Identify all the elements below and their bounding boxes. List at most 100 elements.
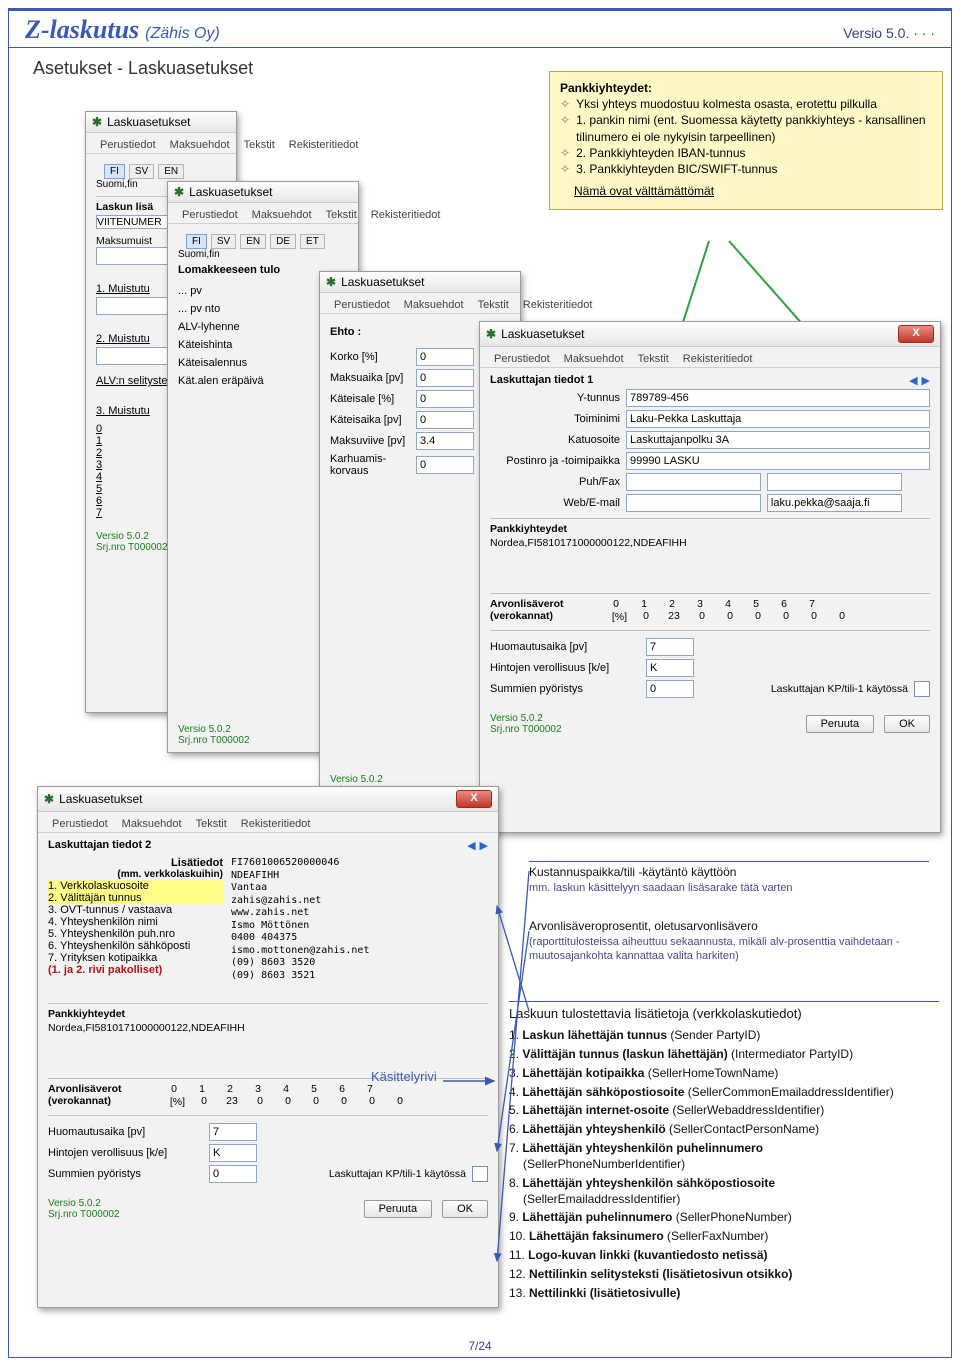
ok-button[interactable]: OK bbox=[442, 1200, 488, 1218]
r5v[interactable]: 0 bbox=[416, 456, 474, 474]
tab-rekisteritiedot[interactable]: Rekisteritiedot bbox=[237, 816, 315, 832]
lang-en[interactable]: EN bbox=[240, 234, 266, 249]
tabs[interactable]: Perustiedot Maksuehdot Tekstit Rekisteri… bbox=[86, 133, 236, 154]
av1[interactable]: 23 bbox=[665, 610, 683, 624]
lang-sv[interactable]: SV bbox=[129, 164, 154, 179]
tab-rekisteritiedot[interactable]: Rekisteritiedot bbox=[679, 351, 757, 367]
lang-tabs[interactable]: FI SV EN DE ET bbox=[178, 230, 348, 249]
hinta-l2: Hintojen verollisuus [k/e] bbox=[48, 1147, 203, 1159]
r0v[interactable]: 0 bbox=[416, 348, 474, 366]
dialog-titlebar[interactable]: ✱ Laskuasetukset bbox=[86, 112, 236, 133]
fax-field[interactable] bbox=[767, 473, 902, 491]
huom-f[interactable]: 7 bbox=[646, 638, 694, 656]
alv-grp2: Arvonlisäverot (verokannat) bbox=[48, 1083, 122, 1107]
alv-val-row: [%] 0 23 0 0 0 0 0 0 bbox=[607, 610, 851, 624]
nav-right-icon[interactable]: ▶ bbox=[922, 374, 930, 387]
lang-sv[interactable]: SV bbox=[211, 234, 236, 249]
page-frame: Z-laskutus (Zähis Oy) Versio 5.0. · · · … bbox=[8, 8, 952, 1358]
li-mand: (1. ja 2. rivi pakolliset) bbox=[48, 964, 223, 976]
hinta-f2[interactable]: K bbox=[209, 1144, 257, 1162]
tab-tekstit[interactable]: Tekstit bbox=[634, 351, 673, 367]
tab-rekisteritiedot[interactable]: Rekisteritiedot bbox=[367, 207, 445, 223]
bv1[interactable]: 23 bbox=[223, 1095, 241, 1109]
tabs[interactable]: Perustiedot Maksuehdot Tekstit Rekisteri… bbox=[480, 347, 940, 368]
tab-perustiedot[interactable]: Perustiedot bbox=[490, 351, 554, 367]
email-field[interactable]: laku.pekka@saaja.fi bbox=[767, 494, 902, 512]
av5[interactable]: 0 bbox=[777, 610, 795, 624]
peruuta-button[interactable]: Peruuta bbox=[806, 715, 875, 733]
kp-checkbox[interactable] bbox=[914, 681, 930, 697]
tab-tekstit[interactable]: Tekstit bbox=[474, 297, 513, 313]
tab-tekstit[interactable]: Tekstit bbox=[192, 816, 231, 832]
av0[interactable]: 0 bbox=[637, 610, 655, 624]
tab-maksuehdot[interactable]: Maksuehdot bbox=[560, 351, 628, 367]
hinta-f[interactable]: K bbox=[646, 659, 694, 677]
dialog-titlebar[interactable]: ✱ Laskuasetukset X bbox=[480, 322, 940, 347]
bv7[interactable]: 0 bbox=[391, 1095, 409, 1109]
bv5[interactable]: 0 bbox=[335, 1095, 353, 1109]
av7[interactable]: 0 bbox=[833, 610, 851, 624]
av6[interactable]: 0 bbox=[805, 610, 823, 624]
lang-en[interactable]: EN bbox=[158, 164, 184, 179]
dialog-titlebar[interactable]: ✱ Laskuasetukset X bbox=[38, 787, 498, 812]
dialog-titlebar[interactable]: ✱ Laskuasetukset bbox=[168, 182, 358, 203]
av2[interactable]: 0 bbox=[693, 610, 711, 624]
tab-rekisteritiedot[interactable]: Rekisteritiedot bbox=[285, 137, 363, 153]
r2v[interactable]: 0 bbox=[416, 390, 474, 408]
dialog-titlebar[interactable]: ✱ Laskuasetukset bbox=[320, 272, 520, 293]
pank-field2[interactable]: Nordea,FI5810171000000122,NDEAFIHH bbox=[48, 1022, 488, 1072]
bv6[interactable]: 0 bbox=[363, 1095, 381, 1109]
r3v[interactable]: 0 bbox=[416, 411, 474, 429]
tab-tekstit[interactable]: Tekstit bbox=[240, 137, 279, 153]
tab-tekstit[interactable]: Tekstit bbox=[322, 207, 361, 223]
bv0[interactable]: 0 bbox=[195, 1095, 213, 1109]
tab-maksuehdot[interactable]: Maksuehdot bbox=[166, 137, 234, 153]
nav-left-icon[interactable]: ◀ bbox=[909, 374, 917, 387]
tab-perustiedot[interactable]: Perustiedot bbox=[330, 297, 394, 313]
web-field[interactable] bbox=[626, 494, 761, 512]
nav-left-icon[interactable]: ◀ bbox=[467, 839, 475, 852]
sum-f2[interactable]: 0 bbox=[209, 1165, 257, 1183]
tab-perustiedot[interactable]: Perustiedot bbox=[48, 816, 112, 832]
r4v[interactable]: 3.4 bbox=[416, 432, 474, 450]
nav-right-icon[interactable]: ▶ bbox=[480, 839, 488, 852]
peruuta-button[interactable]: Peruuta bbox=[364, 1200, 433, 1218]
tabs[interactable]: Perustiedot Maksuehdot Tekstit Rekisteri… bbox=[38, 812, 498, 833]
lang-fi[interactable]: FI bbox=[104, 164, 125, 179]
toiminimi-field[interactable]: Laku-Pekka Laskuttaja bbox=[626, 410, 930, 428]
tab-perustiedot[interactable]: Perustiedot bbox=[178, 207, 242, 223]
av3[interactable]: 0 bbox=[721, 610, 739, 624]
puh-field[interactable] bbox=[626, 473, 761, 491]
tab-maksuehdot[interactable]: Maksuehdot bbox=[118, 816, 186, 832]
pank-field[interactable]: Nordea,FI5810171000000122,NDEAFIHH bbox=[490, 537, 930, 587]
ai4: 4 bbox=[719, 598, 737, 610]
lang-et[interactable]: ET bbox=[300, 234, 325, 249]
close-button[interactable]: X bbox=[456, 790, 492, 808]
tab-perustiedot[interactable]: Perustiedot bbox=[96, 137, 160, 153]
lisatiedot-textarea[interactable]: FI7601006520000046 NDEAFIHH Vantaa zahis… bbox=[231, 857, 488, 997]
lang-tabs[interactable]: FI SV EN bbox=[96, 160, 226, 179]
tab-rekisteritiedot[interactable]: Rekisteritiedot bbox=[519, 297, 597, 313]
grp-lask1: Laskuttajan tiedot 1 bbox=[490, 374, 930, 386]
ok-button[interactable]: OK bbox=[884, 715, 930, 733]
tab-maksuehdot[interactable]: Maksuehdot bbox=[400, 297, 468, 313]
huom-f2[interactable]: 7 bbox=[209, 1123, 257, 1141]
av4[interactable]: 0 bbox=[749, 610, 767, 624]
bv3[interactable]: 0 bbox=[279, 1095, 297, 1109]
tab-maksuehdot[interactable]: Maksuehdot bbox=[248, 207, 316, 223]
posti-field[interactable]: 99990 LASKU bbox=[626, 452, 930, 470]
sum-f[interactable]: 0 bbox=[646, 680, 694, 698]
katu-field[interactable]: Laskuttajanpolku 3A bbox=[626, 431, 930, 449]
kp-checkbox2[interactable] bbox=[472, 1166, 488, 1182]
ytunnus-field[interactable]: 789789-456 bbox=[626, 389, 930, 407]
bv2[interactable]: 0 bbox=[251, 1095, 269, 1109]
tabs[interactable]: Perustiedot Maksuehdot Tekstit Rekisteri… bbox=[320, 293, 520, 314]
tabs[interactable]: Perustiedot Maksuehdot Tekstit Rekisteri… bbox=[168, 203, 358, 224]
lang-fi[interactable]: FI bbox=[186, 234, 207, 249]
close-button[interactable]: X bbox=[898, 325, 934, 343]
bi0: 0 bbox=[165, 1083, 183, 1095]
lang-de[interactable]: DE bbox=[270, 234, 296, 249]
r3l: Käteisaika [pv] bbox=[330, 414, 410, 426]
bv4[interactable]: 0 bbox=[307, 1095, 325, 1109]
r1v[interactable]: 0 bbox=[416, 369, 474, 387]
